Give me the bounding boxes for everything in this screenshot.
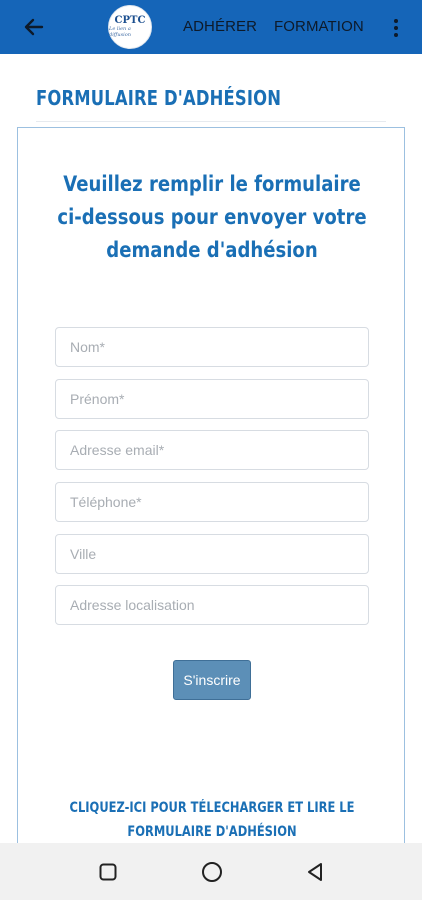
form-heading-line: ci-dessous pour envoyer votre [57,205,367,229]
nom-field[interactable] [55,327,369,367]
square-icon [99,863,117,881]
triangle-icon [308,863,322,881]
nav-formation[interactable]: FORMATION [274,18,364,35]
email-field[interactable] [55,430,369,470]
circle-icon [202,862,222,882]
recents-button[interactable] [96,860,120,884]
app-logo[interactable]: CPTC Le lien a diffusion [108,5,152,49]
download-form-link[interactable]: CLIQUEZ-ICI POUR TÉLECHARGER ET LIRE LE … [53,796,371,844]
ville-field[interactable] [55,534,369,574]
arrow-left-icon [24,18,44,36]
home-button[interactable] [200,860,224,884]
logo-text: CPTC [114,15,146,26]
prenom-field[interactable] [55,379,369,419]
download-link-line: CLIQUEZ-ICI POUR TÉLECHARGER ET LIRE LE [69,800,355,816]
back-button[interactable] [20,13,48,41]
form-heading-line: Veuillez remplir le formulaire [63,172,361,196]
system-nav-bar [0,843,422,900]
telephone-field[interactable] [55,482,369,522]
membership-form: Veuillez remplir le formulaire ci-dessou… [17,127,405,867]
nav-adherer[interactable]: ADHÉRER [183,18,257,35]
page-title: FORMULAIRE D'ADHÉSION [36,86,282,110]
form-heading-line: demande d'adhésion [106,238,318,262]
adresse-field[interactable] [55,585,369,625]
logo-subtext: Le lien a diffusion [109,26,131,38]
submit-button[interactable]: S'inscrire [173,660,251,700]
form-heading: Veuillez remplir le formulaire ci-dessou… [45,168,379,267]
more-options-button[interactable] [384,14,408,42]
system-back-button[interactable] [303,860,327,884]
download-link-line: FORMULAIRE D'ADHÉSION [127,824,297,840]
app-bar: CPTC Le lien a diffusion ADHÉRER FORMATI… [0,0,422,54]
title-divider [36,121,386,122]
more-vertical-icon [394,19,398,23]
